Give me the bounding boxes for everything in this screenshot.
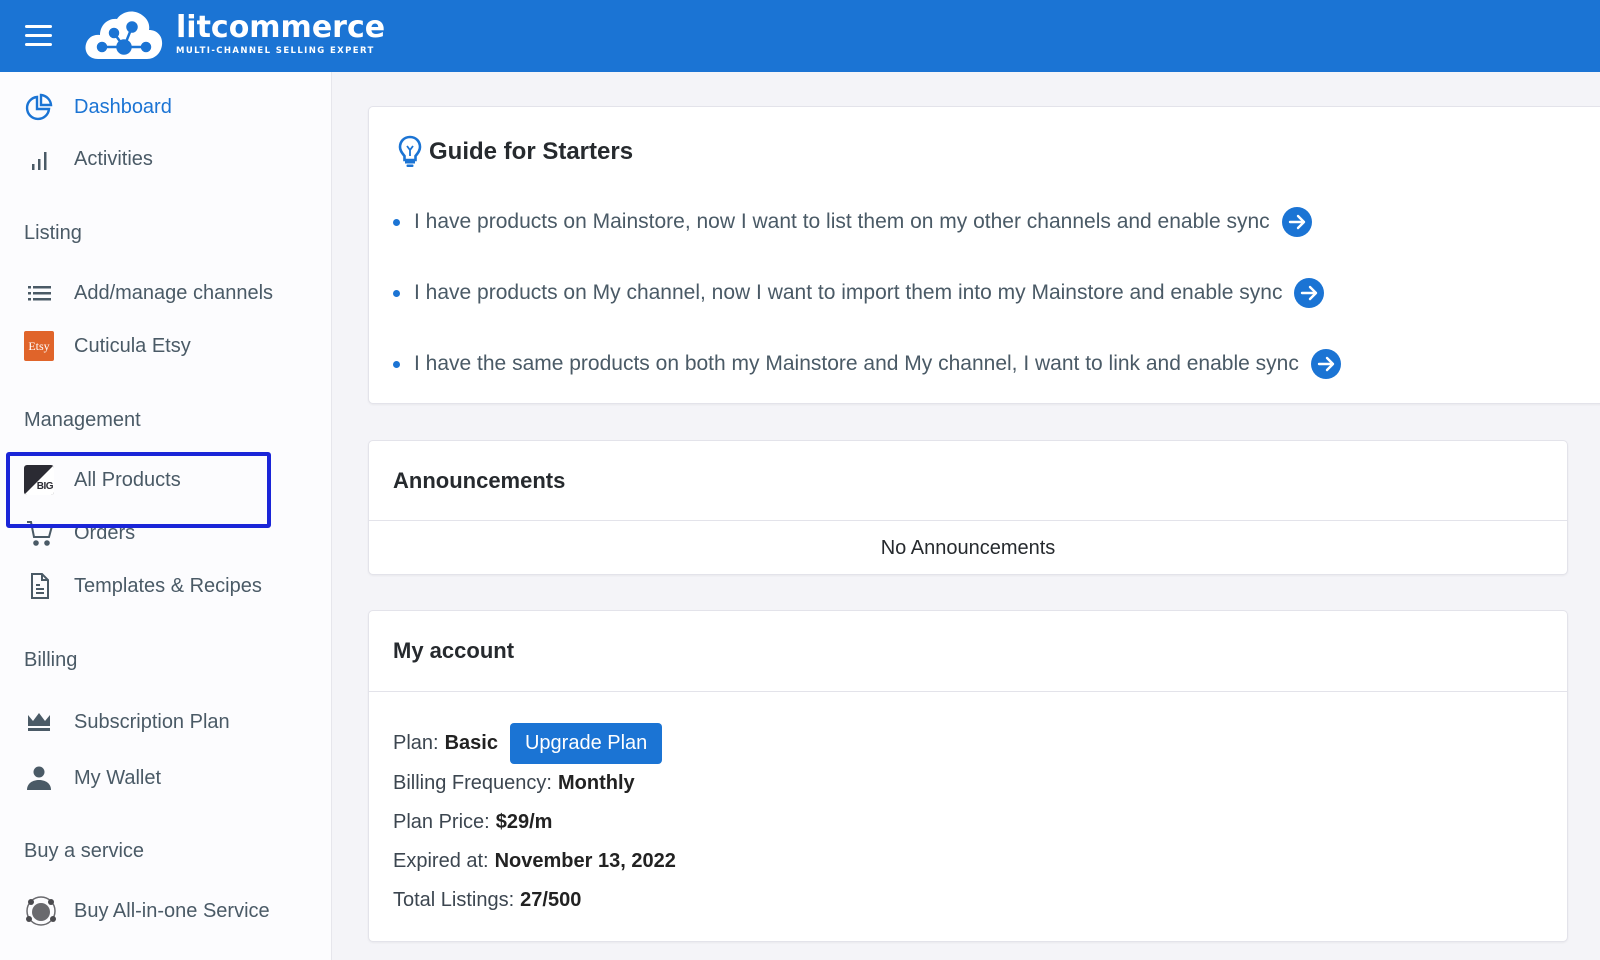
list-icon — [24, 278, 58, 308]
top-bar: litcommerce MULTI-CHANNEL SELLING EXPERT — [0, 0, 1600, 72]
guide-list: I have products on Mainstore, now I want… — [393, 207, 1341, 420]
plan-price-label: Plan Price: — [393, 811, 490, 833]
billing-frequency-label: Billing Frequency: — [393, 772, 552, 794]
total-listings-value: 27/500 — [520, 889, 582, 911]
sidebar-item-label: Dashboard — [74, 95, 172, 118]
sidebar-item-add-manage-channels[interactable]: Add/manage channels — [24, 273, 273, 313]
plan-price-row: Plan Price: $29/m — [393, 803, 1543, 842]
arrow-right-circle-icon[interactable] — [1281, 207, 1312, 237]
sidebar-item-my-wallet[interactable]: My Wallet — [24, 758, 161, 798]
arrow-right-circle-icon[interactable] — [1310, 349, 1341, 379]
upgrade-plan-button[interactable]: Upgrade Plan — [509, 722, 663, 764]
sidebar-item-label: Orders — [74, 521, 136, 544]
plan-label: Plan: — [393, 731, 439, 754]
crown-icon — [24, 707, 58, 737]
plan-price-value: $29/m — [495, 811, 553, 833]
bar-chart-icon — [24, 144, 58, 174]
brand-tagline: MULTI-CHANNEL SELLING EXPERT — [176, 46, 375, 56]
section-title-billing: Billing — [24, 649, 78, 671]
no-announcements-text: No Announcements — [880, 536, 1056, 559]
announcements-title: Announcements — [393, 467, 566, 493]
expired-at-value: November 13, 2022 — [494, 850, 676, 872]
sidebar-item-label: My Wallet — [74, 766, 162, 789]
brand-logo[interactable]: litcommerce MULTI-CHANNEL SELLING EXPERT — [84, 9, 385, 61]
guide-item-text: I have products on Mainstore, now I want… — [414, 210, 1270, 233]
sidebar-item-label: All Products — [74, 468, 181, 491]
network-sphere-icon — [24, 896, 58, 926]
billing-frequency-value: Monthly — [557, 772, 635, 794]
sidebar-item-dashboard[interactable]: Dashboard — [24, 87, 172, 127]
guide-title: Guide for Starters — [429, 138, 634, 165]
section-title-management: Management — [24, 409, 141, 431]
announcements-header: Announcements — [369, 441, 1567, 521]
sidebar-item-orders[interactable]: Orders — [24, 513, 135, 553]
sidebar-item-cuticula-etsy[interactable]: Etsy Cuticula Etsy — [24, 326, 191, 366]
guide-item-text: I have the same products on both my Main… — [414, 352, 1299, 375]
expired-at-row: Expired at: November 13, 2022 — [393, 842, 1543, 881]
section-title-listing: Listing — [24, 222, 82, 244]
sidebar-item-label: Templates & Recipes — [74, 574, 262, 597]
cloud-network-logo-icon — [85, 11, 163, 59]
sidebar-item-all-products[interactable]: BIG All Products — [24, 460, 181, 500]
billing-frequency-row: Billing Frequency: Monthly — [393, 764, 1543, 803]
document-icon — [24, 571, 58, 601]
sidebar: Dashboard Activities Listing Add/manage … — [0, 72, 332, 960]
cart-icon — [24, 518, 58, 548]
sidebar-item-label: Buy All-in-one Service — [74, 899, 270, 922]
hamburger-menu-icon[interactable] — [25, 25, 52, 46]
sidebar-item-label: Activities — [74, 147, 153, 170]
sidebar-item-label: Add/manage channels — [74, 281, 274, 304]
user-icon — [24, 763, 58, 793]
sidebar-item-subscription-plan[interactable]: Subscription Plan — [24, 702, 230, 742]
guide-for-starters-card: Guide for Starters I have products on Ma… — [368, 106, 1600, 404]
announcements-card: Announcements No Announcements — [368, 440, 1568, 575]
my-account-card: My account Plan: Basic Upgrade Plan Bill… — [368, 610, 1568, 942]
guide-item-text: I have products on My channel, now I wan… — [414, 281, 1283, 304]
pie-chart-icon — [24, 92, 58, 122]
account-title: My account — [393, 638, 515, 663]
plan-row: Plan: Basic Upgrade Plan — [393, 722, 1543, 764]
lightbulb-icon — [398, 135, 422, 167]
arrow-right-circle-icon[interactable] — [1294, 278, 1325, 308]
etsy-icon: Etsy — [24, 331, 58, 361]
sidebar-item-label: Cuticula Etsy — [74, 334, 191, 357]
sidebar-item-buy-all-in-one-service[interactable]: Buy All-in-one Service — [24, 891, 270, 931]
guide-item: I have the same products on both my Main… — [393, 349, 1341, 379]
account-header: My account — [369, 611, 1567, 692]
bullet-icon — [393, 218, 400, 226]
guide-item: I have products on My channel, now I wan… — [393, 278, 1341, 308]
bigcommerce-icon: BIG — [24, 465, 58, 495]
total-listings-label: Total Listings: — [393, 889, 515, 911]
guide-item: I have products on Mainstore, now I want… — [393, 207, 1341, 237]
expired-at-label: Expired at: — [393, 850, 489, 872]
brand-name: litcommerce — [176, 10, 386, 45]
sidebar-item-activities[interactable]: Activities — [24, 139, 153, 179]
plan-value: Basic — [444, 731, 498, 754]
sidebar-item-templates-recipes[interactable]: Templates & Recipes — [24, 566, 262, 606]
bullet-icon — [393, 360, 400, 368]
section-title-buy-a-service: Buy a service — [24, 840, 145, 862]
bullet-icon — [393, 289, 400, 297]
total-listings-row: Total Listings: 27/500 — [393, 881, 1543, 920]
sidebar-item-label: Subscription Plan — [74, 710, 230, 733]
